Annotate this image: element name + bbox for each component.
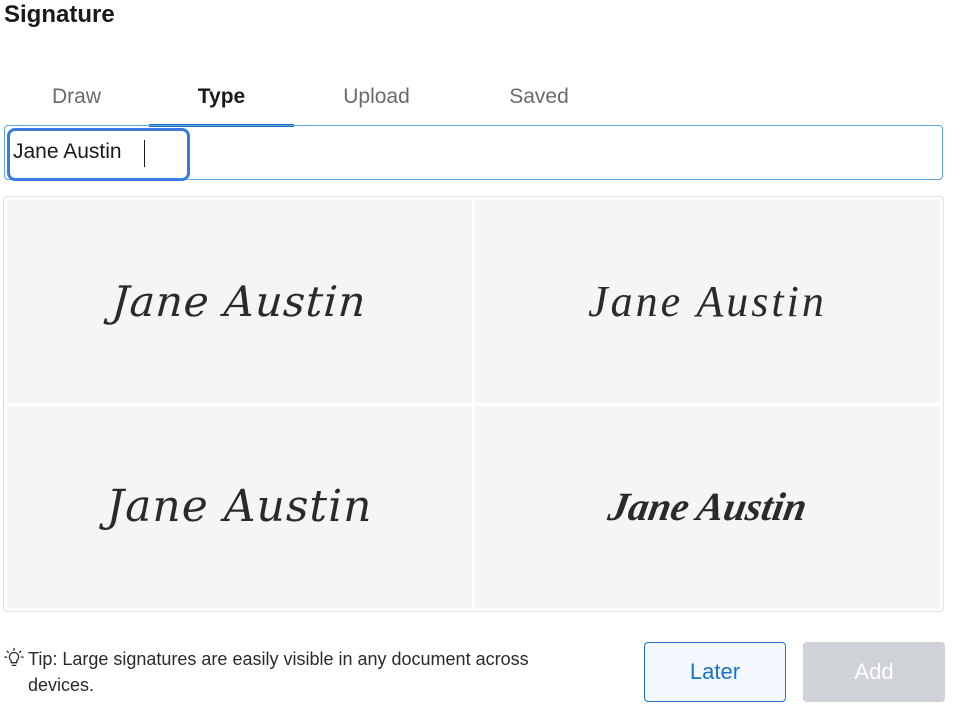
tab-saved[interactable]: Saved [459, 70, 619, 127]
tip-text: Tip: Large signatures are easily visible… [28, 649, 529, 695]
signature-option-1[interactable]: Jane Austin [7, 200, 472, 403]
text-caret [144, 140, 145, 167]
dialog-title: Signature [4, 1, 115, 28]
tab-upload[interactable]: Upload [294, 70, 459, 127]
tab-type[interactable]: Type [149, 70, 294, 127]
name-input-field[interactable] [4, 125, 943, 181]
signature-preview: Jane Austin [106, 481, 373, 533]
tab-bar: Draw Type Upload Saved [4, 70, 619, 127]
signature-option-4[interactable]: Jane Austin [475, 405, 940, 608]
tab-draw[interactable]: Draw [4, 70, 149, 127]
name-input[interactable] [13, 134, 913, 170]
signature-option-3[interactable]: Jane Austin [7, 405, 472, 608]
tip-message: Tip: Large signatures are easily visible… [3, 646, 573, 698]
lightbulb-icon [4, 647, 24, 666]
signature-option-2[interactable]: Jane Austin [475, 200, 940, 403]
signature-options-grid: Jane Austin Jane Austin Jane Austin Jane… [3, 196, 944, 612]
signature-preview: Jane Austin [588, 276, 827, 326]
add-button[interactable]: Add [803, 642, 945, 702]
signature-preview: Jane Austin [604, 484, 811, 530]
later-button[interactable]: Later [644, 642, 786, 702]
signature-preview: Jane Austin [110, 276, 369, 326]
